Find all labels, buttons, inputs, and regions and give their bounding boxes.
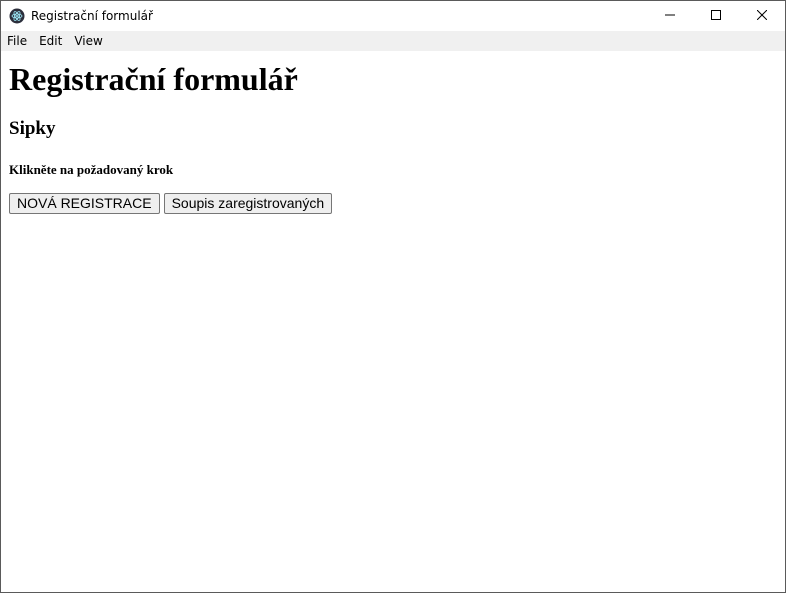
menu-file[interactable]: File (1, 31, 33, 51)
minimize-button[interactable] (647, 1, 693, 31)
window-controls (647, 1, 785, 31)
maximize-button[interactable] (693, 1, 739, 31)
page-title: Registrační formulář (9, 61, 298, 97)
close-icon (756, 7, 768, 25)
section-title: Sipky (9, 118, 56, 139)
registered-list-button[interactable]: Soupis zaregistrovaných (163, 193, 333, 214)
menu-view[interactable]: View (68, 31, 108, 51)
electron-app-icon (9, 8, 25, 24)
menu-bar: File Edit View (1, 31, 785, 51)
page-content: Registrační formulář Sipky Klikněte na p… (1, 61, 785, 214)
new-registration-button[interactable]: NOVÁ REGISTRACE (9, 193, 160, 214)
menu-edit[interactable]: Edit (33, 31, 68, 51)
title-bar[interactable]: Registrační formulář (1, 1, 785, 31)
action-buttons: NOVÁ REGISTRACE Soupis zaregistrovaných (9, 193, 777, 214)
app-window: Registrační formulář File Edit View Regi… (0, 0, 786, 593)
close-button[interactable] (739, 1, 785, 31)
instruction-text: Klikněte na požadovaný krok (9, 162, 174, 177)
window-title: Registrační formulář (31, 9, 153, 23)
minimize-icon (665, 7, 675, 25)
maximize-icon (711, 7, 721, 25)
